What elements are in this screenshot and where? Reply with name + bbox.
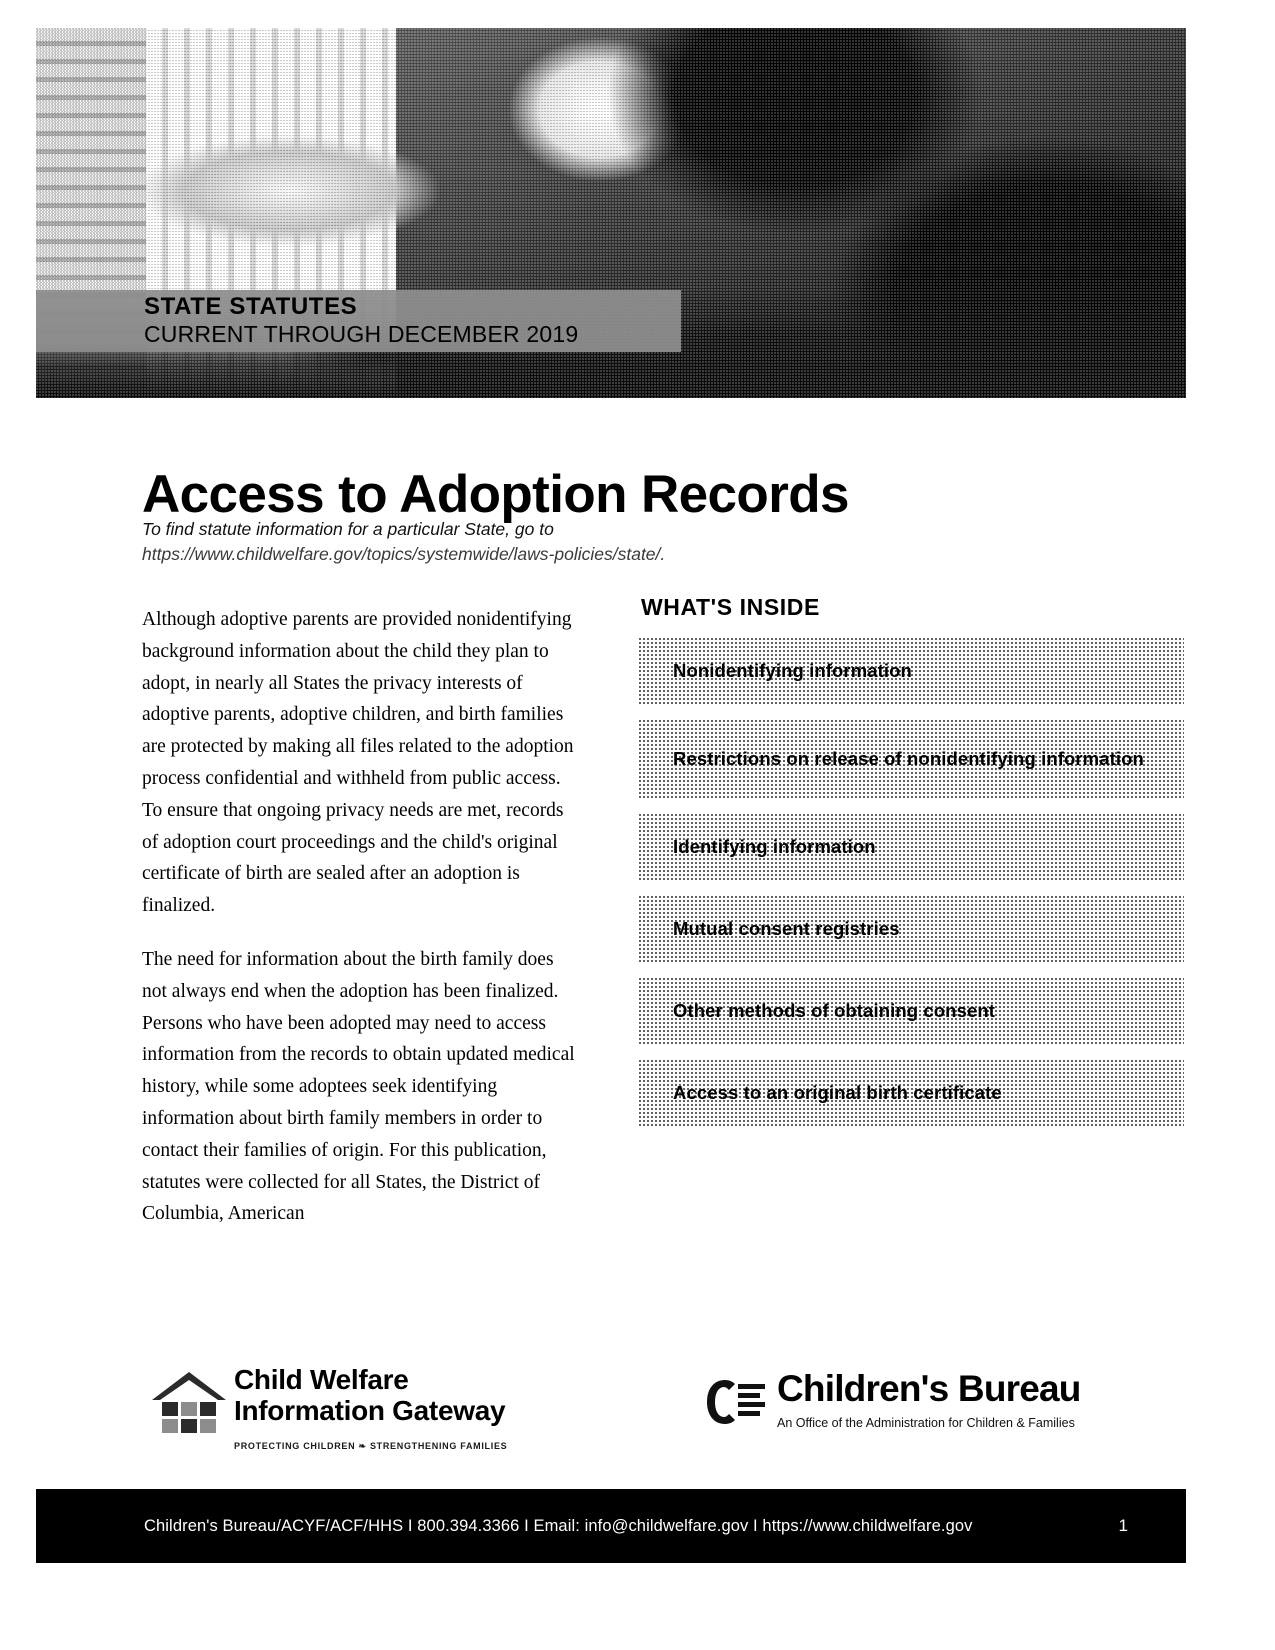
whats-inside-section: WHAT'S INSIDE Nonidentifying information…	[639, 594, 1184, 1142]
cwig-tagline: PROTECTING CHILDREN ❧ STRENGTHENING FAMI…	[234, 1441, 508, 1451]
toc-item-mutual-consent-registries[interactable]: Mutual consent registries	[639, 896, 1184, 962]
banner-subtitle: CURRENT THROUGH DECEMBER 2019	[144, 320, 579, 347]
toc-item-restrictions-on-release[interactable]: Restrictions on release of nonidentifyin…	[639, 720, 1184, 798]
page-footer: Children's Bureau/ACYF/ACF/HHS I 800.394…	[36, 1489, 1186, 1563]
toc-item-nonidentifying-information[interactable]: Nonidentifying information	[639, 638, 1184, 704]
child-welfare-information-gateway-logo: Child Welfare Information Gateway PROTEC…	[150, 1358, 520, 1463]
toc-item-other-methods-of-obtaining-consent[interactable]: Other methods of obtaining consent	[639, 978, 1184, 1044]
toc-item-label: Mutual consent registries	[673, 917, 900, 939]
house-icon	[152, 1372, 226, 1433]
childrens-bureau-wordmark: Children's Bureau	[777, 1368, 1081, 1409]
cwig-wordmark-line2: Information Gateway	[234, 1395, 506, 1427]
page-title: Access to Adoption Records	[142, 464, 849, 524]
document-page: STATE STATUTES CURRENT THROUGH DECEMBER …	[0, 0, 1275, 1650]
banner-kicker: STATE STATUTES	[144, 293, 358, 321]
body-text-column: Although adoptive parents are provided n…	[142, 604, 578, 1230]
cwig-wordmark: Child Welfare Information Gateway	[234, 1364, 506, 1427]
subtitle-line: To find statute information for a partic…	[142, 519, 554, 539]
body-paragraph: Although adoptive parents are provided n…	[142, 609, 574, 917]
childrens-bureau-logo: Children's Bureau An Office of the Admin…	[705, 1370, 1105, 1460]
childrens-bureau-seal-icon	[707, 1380, 765, 1424]
body-paragraph: The need for information about the birth…	[142, 948, 575, 1225]
toc-item-label: Identifying information	[673, 835, 876, 857]
toc-item-identifying-information[interactable]: Identifying information	[639, 814, 1184, 880]
childrens-bureau-subtitle: An Office of the Administration for Chil…	[777, 1416, 1075, 1430]
state-statutes-banner: STATE STATUTES CURRENT THROUGH DECEMBER …	[36, 290, 681, 352]
hero-photo: STATE STATUTES CURRENT THROUGH DECEMBER …	[36, 28, 1186, 398]
state-statutes-url[interactable]: https://www.childwelfare.gov/topics/syst…	[142, 542, 902, 567]
page-number: 1	[1118, 1516, 1128, 1535]
toc-item-label: Nonidentifying information	[673, 659, 912, 681]
cwig-wordmark-line1: Child Welfare	[234, 1364, 409, 1395]
toc-item-label: Other methods of obtaining consent	[673, 999, 996, 1021]
subtitle-block: To find statute information for a partic…	[142, 517, 902, 567]
toc-item-label: Restrictions on release of nonidentifyin…	[673, 747, 1144, 769]
toc-item-access-to-original-birth-certificate[interactable]: Access to an original birth certificate	[639, 1060, 1184, 1126]
footer-contact-text: Children's Bureau/ACYF/ACF/HHS I 800.394…	[144, 1516, 973, 1535]
toc-item-label: Access to an original birth certificate	[673, 1081, 1002, 1103]
whats-inside-heading: WHAT'S INSIDE	[641, 594, 820, 620]
